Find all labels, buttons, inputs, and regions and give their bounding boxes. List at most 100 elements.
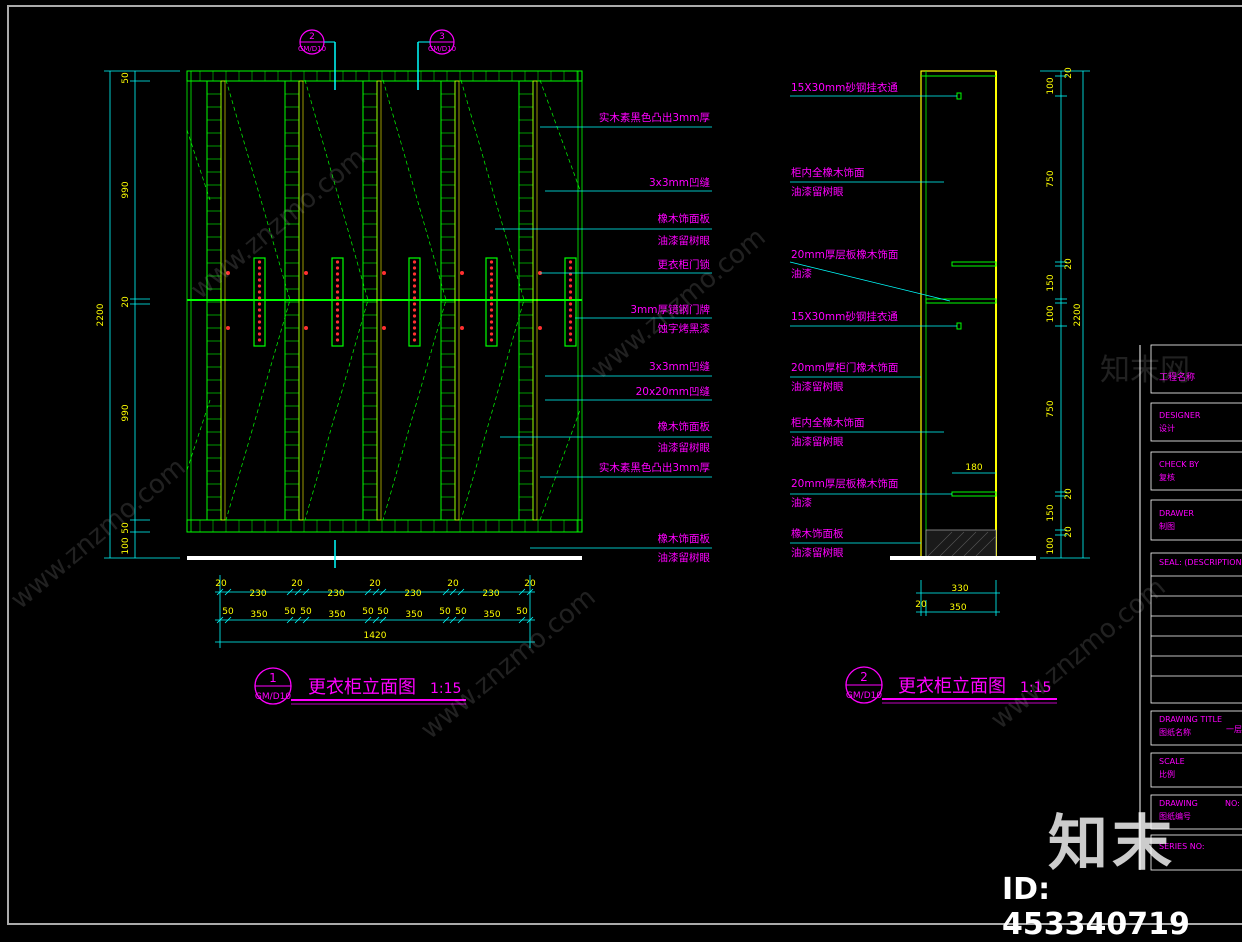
dim-depth-2a: 20 (915, 600, 927, 610)
door-plate-dot-0 (257, 302, 262, 306)
door-plate-dot-4 (568, 314, 573, 318)
dim-b1-1: 230 (249, 589, 266, 599)
callout-1-9a: 橡木饰面板 (658, 532, 711, 545)
bottom-rail (186, 519, 583, 533)
door-lock-upper-2 (382, 271, 386, 275)
callout-2-6a: 20mm厚层板橡木饰面 (791, 477, 898, 490)
watermark-brand: 知末 (1048, 809, 1176, 879)
door-plate-dot-3 (489, 272, 494, 276)
door-plate-dot-4 (568, 308, 573, 312)
door-plate-dot-1 (335, 278, 340, 282)
dim-left-total: 2200 (96, 303, 106, 326)
door-plate-dot-1 (335, 272, 340, 276)
callout-1-2b: 油漆留树眼 (658, 234, 711, 247)
section-marker-2-num: 2 (309, 32, 315, 42)
tb-drawing-no-suffix: NO: (1225, 799, 1240, 808)
door-plate-dot-4 (568, 278, 573, 282)
tb-drawing-title-en: DRAWING TITLE (1159, 715, 1222, 724)
elevation-1-marker-ref: GM/D10 (255, 692, 291, 702)
callout-1-2a: 橡木饰面板 (658, 212, 711, 225)
callout-2-7b: 油漆留树眼 (791, 546, 844, 559)
dim-right-6: 750 (1046, 400, 1056, 417)
dim-shelf: 180 (965, 463, 982, 473)
tb-check-cn: 复核 (1159, 472, 1175, 482)
callout-1-7a: 橡木饰面板 (658, 420, 711, 433)
dim-b1-2: 20 (291, 579, 303, 589)
dim-b1-3: 230 (327, 589, 344, 599)
dim-right-10: 100 (1046, 537, 1056, 554)
door-plate-dot-1 (335, 338, 340, 342)
dim-b1-8: 20 (524, 579, 536, 589)
door-plate-dot-4 (568, 290, 573, 294)
callout-2-7a: 橡木饰面板 (791, 527, 844, 540)
watermark-site-5: www.znzmo.com (985, 572, 1171, 735)
callout-1-9b: 油漆留树眼 (658, 551, 711, 564)
door-plate-dot-3 (489, 290, 494, 294)
door-plate-dot-2 (412, 278, 417, 282)
dim-b1-7: 230 (482, 589, 499, 599)
dim-left-5: 100 (121, 537, 131, 554)
callout-2-2b: 油漆 (791, 267, 812, 280)
dim-right-0: 20 (1064, 67, 1074, 79)
dim-b2-0: 50 (222, 607, 234, 617)
floor-line-2 (890, 556, 1036, 560)
dim-right-3: 20 (1064, 258, 1074, 270)
callout-1-6: 20x20mm凹缝 (636, 385, 711, 398)
door-plate-dot-4 (568, 266, 573, 270)
elevation-2-title: 更衣柜立面图 (898, 676, 1006, 697)
door-plate-dot-2 (412, 326, 417, 330)
dim-b2-1: 350 (250, 610, 267, 620)
dim-b2-2: 50 (284, 607, 296, 617)
watermark-id: ID: 453340719 (1002, 872, 1190, 942)
door-plate-dot-3 (489, 296, 494, 300)
door-plate-dot-3 (489, 278, 494, 282)
right-dimension-texts: 20 100 750 20 150 100 750 20 150 20 100 … (1046, 67, 1083, 555)
door-plate-dot-0 (257, 266, 262, 270)
dim-right-total: 2200 (1073, 303, 1083, 326)
callout-2-0: 15X30mm砂钢挂衣通 (791, 81, 898, 94)
door-stiles (186, 70, 583, 533)
dim-b2-7: 350 (405, 610, 422, 620)
door-plate-dot-0 (257, 290, 262, 294)
door-plate-dot-4 (568, 326, 573, 330)
hanging-rod-lower (956, 322, 962, 330)
dim-right-7: 20 (1064, 488, 1074, 500)
callout-2-4b: 油漆留树眼 (791, 380, 844, 393)
upper-shelf (951, 261, 997, 267)
elevation-1-title-block: 1 GM/D10 更衣柜立面图 1:15 (254, 667, 466, 705)
door-plate-dot-0 (257, 278, 262, 282)
callout-2-5a: 柜内全橡木饰面 (791, 416, 865, 429)
tb-drawer-cn: 制图 (1159, 521, 1175, 531)
tb-drawing-title-cn: 图纸名称 (1159, 727, 1191, 737)
dim-b2-4: 350 (328, 610, 345, 620)
dim-right-8: 150 (1046, 504, 1056, 521)
callout-texts-2: 15X30mm砂钢挂衣通 柜内全橡木饰面 油漆留树眼 20mm厚层板橡木饰面 油… (791, 81, 898, 559)
door-plate-dot-1 (335, 266, 340, 270)
door-plate-dot-1 (335, 308, 340, 312)
left-dimension-texts: 50 990 20 990 50 100 2200 (96, 72, 131, 555)
tb-drawer-en: DRAWER (1159, 509, 1194, 518)
tb-designer-cn: 设计 (1159, 423, 1175, 433)
door-plate-dot-4 (568, 338, 573, 342)
door-plate-dot-1 (335, 302, 340, 306)
dim-left-0: 50 (121, 72, 131, 84)
dim-b2-3: 50 (300, 607, 312, 617)
door-plate-dot-2 (412, 260, 417, 264)
dim-left-2: 20 (121, 296, 131, 308)
middle-shelf (925, 298, 997, 304)
dim-right-4: 150 (1046, 274, 1056, 291)
callout-2-3: 15X30mm砂钢挂衣通 (791, 310, 898, 323)
door-plate-dot-4 (568, 302, 573, 306)
door-plate-dot-0 (257, 272, 262, 276)
door-plate-dot-3 (489, 260, 494, 264)
watermark-site-3: www.znzmo.com (5, 452, 191, 615)
door-plate-dot-2 (412, 308, 417, 312)
door-plate-dot-2 (412, 302, 417, 306)
door-plate-dot-0 (257, 314, 262, 318)
door-plate-dot-3 (489, 332, 494, 336)
door-plate-dot-3 (489, 338, 494, 342)
door-plate-dot-1 (335, 314, 340, 318)
callout-1-7b: 油漆留树眼 (658, 441, 711, 454)
door-plate-dot-3 (489, 266, 494, 270)
section-marker-2-ref: GM/D10 (298, 45, 326, 53)
